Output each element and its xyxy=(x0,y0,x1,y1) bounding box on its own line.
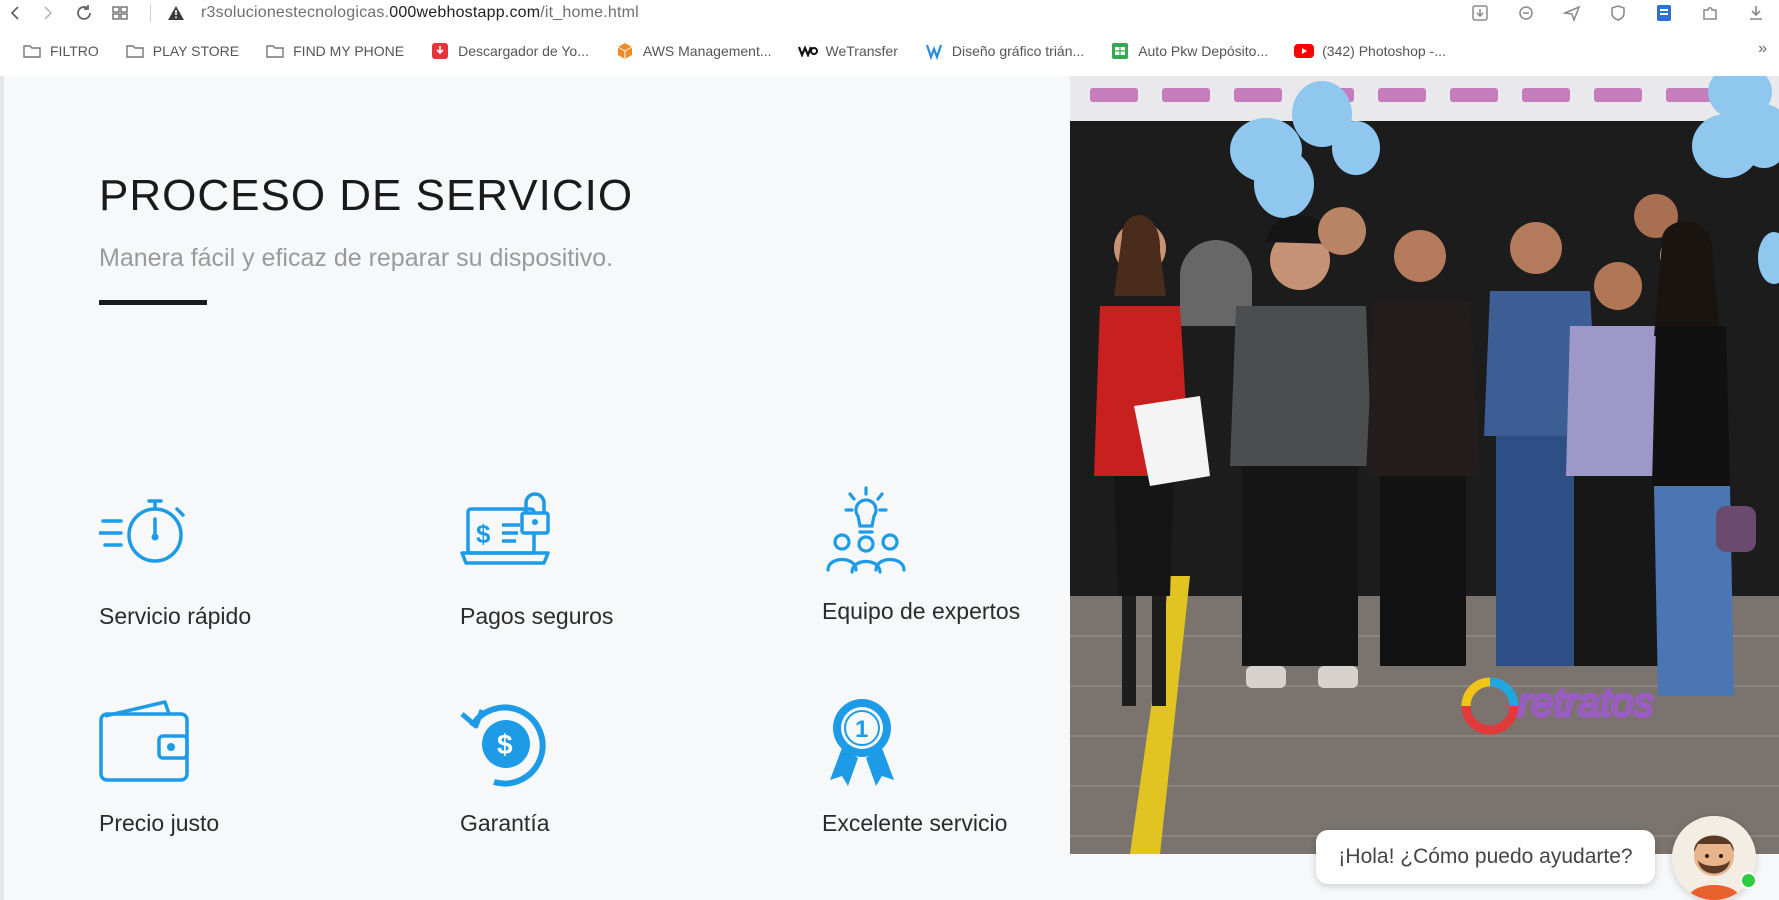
browser-window: r3solucionestecnologicas.000webhostapp.c… xyxy=(0,0,1779,900)
feature-label: Precio justo xyxy=(99,810,220,836)
back-button[interactable] xyxy=(0,2,30,24)
url-prefix: r3solucionestecnologicas. xyxy=(201,4,390,21)
bookmark-photoshop[interactable]: (342) Photoshop -... xyxy=(1294,42,1446,60)
online-status-dot xyxy=(1740,872,1757,889)
site-info-button[interactable] xyxy=(102,2,138,24)
bookmark-descargador[interactable]: Descargador de Yo... xyxy=(430,42,589,60)
secure-payment-laptop-icon: $ xyxy=(460,492,550,565)
shield-icon xyxy=(1611,5,1625,21)
folder-icon xyxy=(125,42,145,60)
expert-team-icon xyxy=(826,486,906,574)
puzzle-icon xyxy=(1703,7,1717,20)
bookmark-play-store[interactable]: PLAY STORE xyxy=(125,42,239,60)
feature-label: Equipo de expertos xyxy=(822,598,1021,624)
warning-triangle-icon xyxy=(168,6,184,20)
design-logo-icon xyxy=(924,42,944,60)
browser-toolbar: r3solucionestecnologicas.000webhostapp.c… xyxy=(0,0,1779,26)
svg-text:$: $ xyxy=(476,519,491,549)
folder-icon xyxy=(265,42,285,60)
url-host: 000webhostapp.com xyxy=(389,4,541,21)
bookmark-label: (342) Photoshop -... xyxy=(1322,43,1446,59)
bookmark-label: AWS Management... xyxy=(642,43,772,59)
feature-pagos-seguros: $ Pagos seguros xyxy=(460,491,780,671)
section-subtitle: Manera fácil y eficaz de reparar su disp… xyxy=(99,244,614,272)
bookmark-label: Diseño gráfico trián... xyxy=(951,43,1085,59)
url-path: /it_home.html xyxy=(540,4,639,21)
bookmark-filtro[interactable]: FILTRO xyxy=(22,42,99,60)
reload-icon xyxy=(77,5,91,20)
bookmark-label: FIND MY PHONE xyxy=(293,43,405,59)
extension-c-button[interactable] xyxy=(1595,2,1641,24)
back-arrow-icon xyxy=(10,6,19,20)
bookmark-label: PLAY STORE xyxy=(152,43,240,59)
feature-precio-justo: Precio justo xyxy=(99,698,419,878)
extension-a-button[interactable] xyxy=(1503,2,1549,24)
chat-greeting-bubble[interactable]: ¡Hola! ¿Cómo puedo ayudarte? xyxy=(1316,830,1655,884)
bookmarks-bar: FILTRO PLAY STORE FIND MY PHONE Descarga… xyxy=(0,26,1779,76)
bookmark-find-my-phone[interactable]: FIND MY PHONE xyxy=(265,42,404,60)
download-icon xyxy=(1750,6,1762,20)
svg-text:$: $ xyxy=(497,729,513,760)
team-photo: retratos xyxy=(1070,76,1779,854)
more-bookmarks-button[interactable]: » xyxy=(1758,40,1767,58)
downloader-app-icon xyxy=(430,42,450,60)
feature-label: Servicio rápido xyxy=(99,603,252,629)
extension-a-icon xyxy=(1519,6,1533,20)
downloads-button[interactable] xyxy=(1733,2,1779,24)
guarantee-dollar-icon: $ xyxy=(460,704,546,787)
toolbar-extensions xyxy=(1457,0,1779,26)
wallet-icon xyxy=(99,700,189,782)
install-app-button[interactable] xyxy=(1457,2,1503,24)
aws-cube-icon xyxy=(615,42,635,60)
page-left-edge xyxy=(0,76,4,900)
svg-text:1: 1 xyxy=(855,716,868,743)
bookmark-label: FILTRO xyxy=(50,43,99,59)
photo-watermark: retratos xyxy=(1518,681,1654,725)
extension-b-button[interactable] xyxy=(1549,2,1595,24)
install-icon xyxy=(1472,5,1488,21)
award-ribbon-icon: 1 xyxy=(830,699,894,786)
feature-label: Garantía xyxy=(460,810,550,836)
bookmark-aws[interactable]: AWS Management... xyxy=(615,42,772,60)
tune-icon xyxy=(112,6,128,20)
section-title: PROCESO DE SERVICIO xyxy=(99,171,634,220)
team-photo-illustration: retratos xyxy=(1070,76,1779,854)
reload-button[interactable] xyxy=(66,2,102,24)
feature-servicio-rapido: Servicio rápido xyxy=(99,491,419,671)
toolbar-separator xyxy=(150,4,151,22)
not-secure-warning[interactable] xyxy=(165,2,187,24)
extension-d-button[interactable] xyxy=(1641,2,1687,24)
forward-arrow-icon xyxy=(44,6,53,20)
extension-e-button[interactable] xyxy=(1687,2,1733,24)
title-underline xyxy=(99,300,207,305)
blue-extension-icon xyxy=(1657,5,1671,21)
sheet-icon xyxy=(1110,42,1130,60)
folder-icon xyxy=(22,42,42,60)
bookmark-auto-pkw[interactable]: Auto Pkw Depósito... xyxy=(1110,42,1268,60)
youtube-icon xyxy=(1294,42,1315,60)
address-bar[interactable]: r3solucionestecnologicas.000webhostapp.c… xyxy=(201,4,639,22)
send-icon xyxy=(1563,5,1581,22)
stopwatch-icon xyxy=(99,499,185,563)
forward-button[interactable] xyxy=(30,2,66,24)
bookmark-label: WeTransfer xyxy=(825,43,898,59)
bookmark-label: Auto Pkw Depósito... xyxy=(1138,43,1269,59)
bookmark-label: Descargador de Yo... xyxy=(458,43,589,59)
feature-label: Excelente servicio xyxy=(822,810,1008,836)
feature-label: Pagos seguros xyxy=(460,603,614,629)
feature-garantia: $ Garantía xyxy=(460,698,780,878)
wetransfer-icon xyxy=(797,42,818,60)
bookmark-diseno[interactable]: Diseño gráfico trián... xyxy=(924,42,1084,60)
bookmark-wetransfer[interactable]: WeTransfer xyxy=(797,42,898,60)
